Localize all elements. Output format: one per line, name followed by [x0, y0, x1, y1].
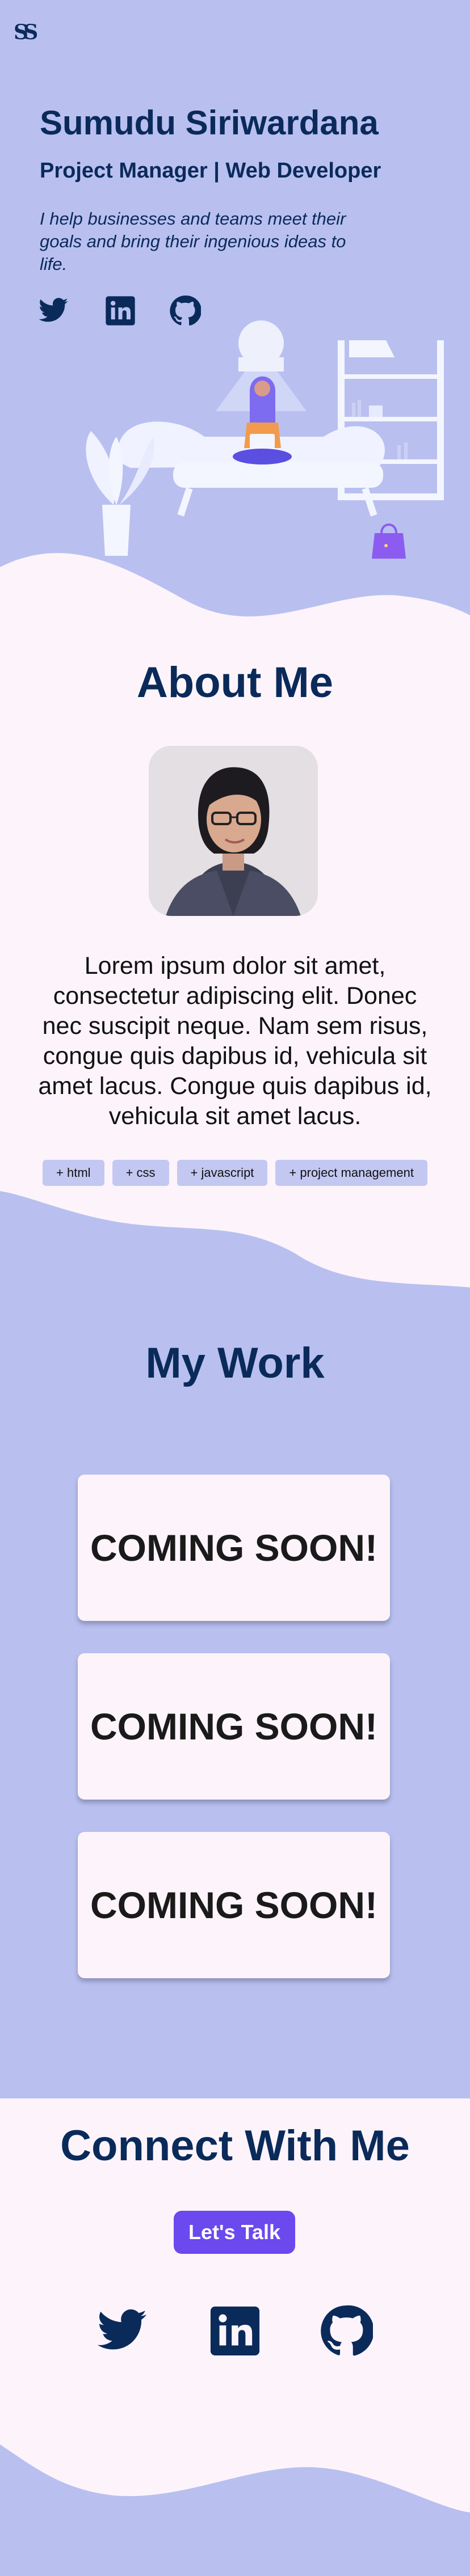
- github-icon[interactable]: [320, 2304, 374, 2358]
- project-card[interactable]: COMING SOON!: [78, 1832, 390, 1978]
- connect-section: Connect With Me Let's Talk: [0, 2098, 470, 2576]
- about-section: About Me Lorem ipsum dolor sit amet, con…: [0, 624, 470, 1259]
- work-section: My Work COMING SOON! COMING SOON! COMING…: [0, 1191, 470, 2104]
- skill-tag: + css: [112, 1160, 169, 1186]
- connect-title: Connect With Me: [60, 2122, 410, 2170]
- hero-name: Sumudu Siriwardana: [40, 104, 379, 142]
- work-title: My Work: [145, 1339, 325, 1387]
- project-card[interactable]: COMING SOON!: [78, 1653, 390, 1800]
- hero-role: Project Manager | Web Developer: [40, 159, 381, 183]
- site-logo[interactable]: SS: [14, 20, 38, 44]
- linkedin-icon[interactable]: [208, 2304, 262, 2358]
- about-title: About Me: [136, 658, 334, 707]
- profile-photo: [149, 746, 318, 916]
- footer-wave-divider: [0, 2444, 470, 2576]
- work-wave-divider: [0, 1191, 470, 1287]
- skill-tag: + javascript: [177, 1160, 268, 1186]
- twitter-icon[interactable]: [37, 295, 72, 329]
- about-text: Lorem ipsum dolor sit amet, consectetur …: [38, 952, 432, 1130]
- project-card[interactable]: COMING SOON!: [78, 1475, 390, 1621]
- hero-section: SS Sumudu Siriwardana Project Manager | …: [0, 0, 470, 658]
- skill-tag: + html: [43, 1160, 104, 1186]
- twitter-icon[interactable]: [95, 2304, 149, 2358]
- skill-tag: + project management: [275, 1160, 427, 1186]
- lets-talk-button[interactable]: Let's Talk: [174, 2211, 295, 2254]
- hero-tagline: I help businesses and teams meet their g…: [40, 209, 346, 274]
